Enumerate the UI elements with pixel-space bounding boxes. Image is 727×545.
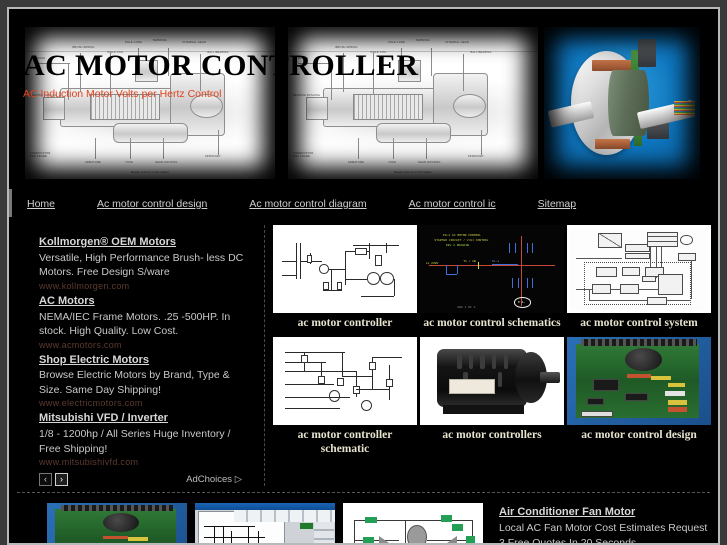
thumbnail-cell: ac motor controller bbox=[273, 225, 417, 337]
nav-link-sitemap[interactable]: Sitemap bbox=[538, 198, 577, 210]
electric-motor-photo-artwork bbox=[420, 336, 564, 425]
nav-item-ac-motor-control-diagram[interactable]: Ac motor control diagram bbox=[249, 194, 366, 212]
browser-viewport: BRUSH SPRING FIELD COIL POLE CORE TERMIN… bbox=[7, 7, 720, 545]
nav-link-ac-motor-control-ic[interactable]: Ac motor control ic bbox=[409, 198, 496, 210]
bottom-content: Air Conditioner Fan Motor Local AC Fan M… bbox=[9, 493, 718, 543]
bottom-thumbnail-ladder-diagram[interactable] bbox=[343, 503, 483, 543]
ad-description: NEMA/IEC Frame Motors. .25 -500HP. In st… bbox=[39, 310, 231, 338]
thumbnail-caption[interactable]: ac motor control design bbox=[567, 425, 711, 449]
site-tagline: AC Induction Motor Volts per Hertz Contr… bbox=[23, 88, 222, 100]
thumbnail-cell: ac motor controller schematic bbox=[273, 336, 417, 463]
cad-schematic-artwork: PH-1 AC MOTOR CONTROL STARTER CIRCUIT / … bbox=[420, 225, 564, 313]
nav-item-ac-motor-control-design[interactable]: Ac motor control design bbox=[97, 194, 207, 212]
thumbnail-row: ac motor controller schematic ac motor c… bbox=[273, 336, 714, 463]
sidebar-ad-block: Kollmorgen® OEM Motors Versatile, High P… bbox=[9, 225, 265, 487]
bottom-thumbnail-row bbox=[9, 503, 491, 543]
nav-link-ac-motor-control-design[interactable]: Ac motor control design bbox=[97, 198, 207, 210]
site-title-block: AC MOTOR CONTROLLER AC Induction Motor V… bbox=[23, 49, 419, 101]
main-navigation: Home Ac motor control design Ac motor co… bbox=[9, 189, 718, 217]
hmi-software-artwork bbox=[195, 503, 335, 543]
nav-link-home[interactable]: Home bbox=[27, 198, 55, 210]
ad-display-url: www.mitsubishivfd.com bbox=[39, 457, 139, 468]
thumbnail-image-ac-motor-controllers[interactable] bbox=[420, 336, 564, 425]
thumbnail-image-ac-motor-control-design[interactable] bbox=[567, 336, 711, 425]
ad-description: 1/8 - 1200hp / All Series Huge Inventory… bbox=[39, 428, 231, 455]
ad-title-link[interactable]: Mitsubishi VFD / Inverter bbox=[39, 411, 252, 426]
ad-prev-button[interactable]: ‹ bbox=[39, 473, 52, 487]
pcb-photo-artwork bbox=[47, 503, 187, 543]
header-banner-motor-3d-cutaway-render bbox=[544, 27, 700, 179]
ad-block-footer: ‹ › AdChoices ▷ bbox=[39, 473, 252, 487]
banner-caption: Ready actions of 12V starter bbox=[131, 170, 169, 174]
ad-unit: Mitsubishi VFD / Inverter 1/8 - 1200hp /… bbox=[39, 411, 252, 467]
nav-item-sitemap[interactable]: Sitemap bbox=[538, 194, 577, 212]
thumbnail-row: ac motor controller PH-1 AC MOTOR CONTRO… bbox=[273, 225, 714, 337]
ad-title-link[interactable]: AC Motors bbox=[39, 294, 252, 309]
ad-unit: Shop Electric Motors Browse Electric Mot… bbox=[39, 353, 252, 409]
thumbnail-cell: ac motor control design bbox=[567, 336, 711, 463]
thumbnail-caption[interactable]: ac motor control schematics bbox=[420, 313, 564, 337]
pcb-photo-artwork bbox=[567, 336, 711, 425]
nav-item-home[interactable]: Home bbox=[27, 194, 55, 212]
thumbnail-image-ac-motor-control-system[interactable] bbox=[567, 225, 711, 313]
ad-display-url: www.kollmorgen.com bbox=[39, 280, 130, 291]
website-page: BRUSH SPRING FIELD COIL POLE CORE TERMIN… bbox=[9, 9, 718, 543]
thumbnail-image-ac-motor-controller-schematic[interactable] bbox=[273, 336, 417, 425]
site-header: BRUSH SPRING FIELD COIL POLE CORE TERMIN… bbox=[9, 9, 718, 189]
ad-unit: Air Conditioner Fan Motor Local AC Fan M… bbox=[499, 505, 708, 543]
page-title: AC MOTOR CONTROLLER bbox=[23, 49, 419, 82]
banner-caption: Ready actions of 12V starter bbox=[394, 170, 432, 174]
bottom-thumbnail-pcb-photo[interactable] bbox=[47, 503, 187, 543]
thumbnail-caption[interactable]: ac motor controller bbox=[273, 313, 417, 337]
ad-title-link[interactable]: Air Conditioner Fan Motor bbox=[499, 505, 708, 520]
ad-unit: AC Motors NEMA/IEC Frame Motors. .25 -50… bbox=[39, 294, 252, 350]
nav-link-ac-motor-control-diagram[interactable]: Ac motor control diagram bbox=[249, 198, 366, 210]
thumbnail-caption[interactable]: ac motor controller schematic bbox=[273, 425, 417, 463]
motor-3d-render-artwork bbox=[544, 27, 700, 179]
nav-item-ac-motor-control-ic[interactable]: Ac motor control ic bbox=[409, 194, 496, 212]
bottom-thumbnail-hmi-software-screen[interactable] bbox=[195, 503, 335, 543]
ad-title-link[interactable]: Kollmorgen® OEM Motors bbox=[39, 235, 252, 250]
ad-pager: ‹ › bbox=[39, 473, 68, 487]
ladder-diagram-artwork bbox=[343, 503, 483, 543]
main-content: Kollmorgen® OEM Motors Versatile, High P… bbox=[9, 217, 718, 487]
ad-title-link[interactable]: Shop Electric Motors bbox=[39, 353, 252, 368]
thumbnail-caption[interactable]: ac motor control system bbox=[567, 313, 711, 337]
thumbnail-caption[interactable]: ac motor controllers bbox=[420, 425, 564, 449]
circuit-schematic-artwork bbox=[277, 229, 413, 309]
ad-unit: Kollmorgen® OEM Motors Versatile, High P… bbox=[39, 235, 252, 291]
circuit-schematic-artwork bbox=[277, 340, 413, 421]
thumbnail-cell: PH-1 AC MOTOR CONTROL STARTER CIRCUIT / … bbox=[420, 225, 564, 337]
bottom-ad-block: Air Conditioner Fan Motor Local AC Fan M… bbox=[491, 503, 718, 543]
ad-display-url: www.electricmotors.com bbox=[39, 398, 143, 409]
ad-description: Browse Electric Motors by Brand, Type & … bbox=[39, 369, 230, 396]
image-results-grid: ac motor controller PH-1 AC MOTOR CONTRO… bbox=[265, 225, 718, 486]
ad-display-url: www.acmotors.com bbox=[39, 339, 122, 350]
adchoices-link[interactable]: AdChoices ▷ bbox=[186, 474, 242, 485]
thumbnail-cell: ac motor controllers bbox=[420, 336, 564, 463]
thumbnail-image-ac-motor-controller[interactable] bbox=[273, 225, 417, 313]
ad-description: Versatile, High Performance Brush- less … bbox=[39, 251, 244, 279]
ad-next-button[interactable]: › bbox=[55, 473, 68, 487]
thumbnail-cell: ac motor control system bbox=[567, 225, 711, 337]
ad-description: Local AC Fan Motor Cost Estimates Reques… bbox=[499, 522, 708, 543]
block-diagram-artwork bbox=[570, 228, 708, 310]
thumbnail-image-ac-motor-control-schematics[interactable]: PH-1 AC MOTOR CONTROL STARTER CIRCUIT / … bbox=[420, 225, 564, 313]
